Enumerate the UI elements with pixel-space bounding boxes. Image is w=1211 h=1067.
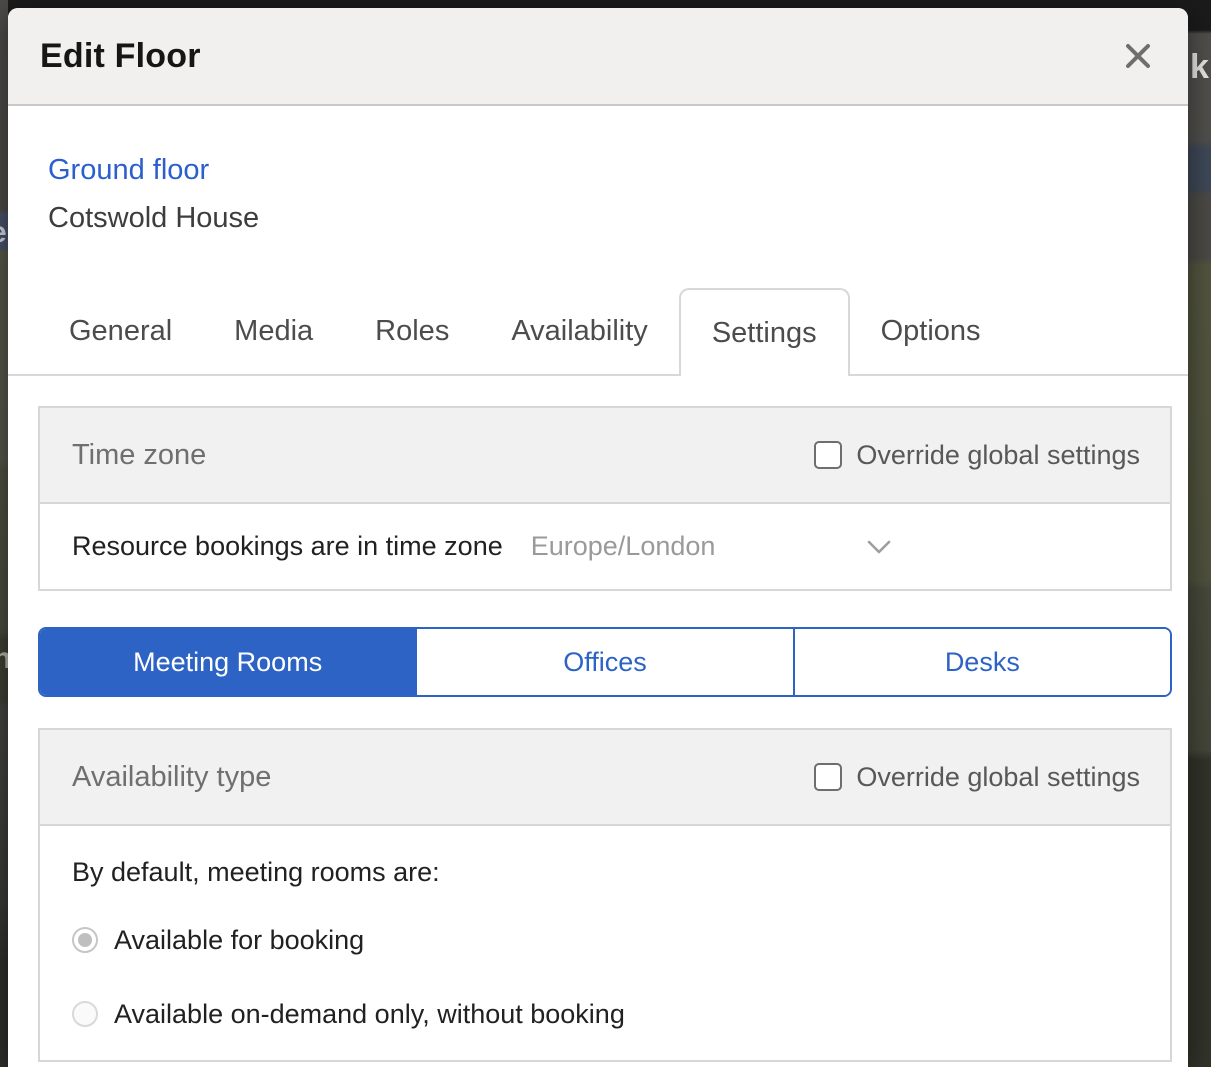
timezone-override-checkbox[interactable] xyxy=(814,441,842,469)
dialog-title: Edit Floor xyxy=(40,37,201,76)
timezone-row-label: Resource bookings are in time zone xyxy=(72,531,503,562)
chevron-down-icon xyxy=(865,538,893,556)
timezone-override-label: Override global settings xyxy=(856,440,1140,471)
availability-type-section: Availability type Override global settin… xyxy=(38,728,1172,1062)
background-partial-text: e xyxy=(0,218,7,248)
tab-availability[interactable]: Availability xyxy=(480,288,678,374)
timezone-select-caret[interactable] xyxy=(865,538,893,556)
timezone-section-title: Time zone xyxy=(72,436,206,474)
background-page-left-sliver: e n xyxy=(0,0,8,1067)
tab-media[interactable]: Media xyxy=(203,288,344,374)
tab-general[interactable]: General xyxy=(38,288,203,374)
radio-label: Available on-demand only, without bookin… xyxy=(114,999,625,1030)
edit-floor-dialog: Edit Floor Ground floor Cotswold House G… xyxy=(8,8,1188,1067)
resource-type-switcher: Meeting Rooms Offices Desks xyxy=(38,627,1172,697)
close-icon xyxy=(1122,40,1154,72)
availability-intro-text: By default, meeting rooms are: xyxy=(72,854,1140,890)
availability-section-header: Availability type Override global settin… xyxy=(40,730,1170,826)
radio-selected-icon[interactable] xyxy=(72,927,98,953)
dialog-header: Edit Floor xyxy=(8,8,1188,106)
building-name: Cotswold House xyxy=(48,200,1188,236)
timezone-section-header: Time zone Override global settings xyxy=(40,408,1170,504)
tab-bar: General Media Roles Availability Setting… xyxy=(8,288,1188,376)
availability-override-label: Override global settings xyxy=(856,762,1140,793)
availability-section-title: Availability type xyxy=(72,758,271,796)
tab-roles[interactable]: Roles xyxy=(344,288,480,374)
radio-label: Available for booking xyxy=(114,925,364,956)
floor-name: Ground floor xyxy=(48,152,1188,188)
segment-offices[interactable]: Offices xyxy=(415,629,792,695)
screen: e n k Edit Floor Ground floor Cotswold H… xyxy=(0,0,1211,1067)
background-page-right-sliver: k xyxy=(1188,0,1211,1067)
close-button[interactable] xyxy=(1116,34,1160,78)
timezone-select-value[interactable]: Europe/London xyxy=(531,531,716,562)
availability-override-checkbox[interactable] xyxy=(814,763,842,791)
timezone-row: Resource bookings are in time zone Europ… xyxy=(72,531,1140,562)
radio-unselected-icon[interactable] xyxy=(72,1001,98,1027)
tab-panel-settings: Time zone Override global settings Resou… xyxy=(8,406,1188,1062)
availability-override-control[interactable]: Override global settings xyxy=(814,762,1140,793)
timezone-override-control[interactable]: Override global settings xyxy=(814,440,1140,471)
timezone-section: Time zone Override global settings Resou… xyxy=(38,406,1172,591)
tab-options[interactable]: Options xyxy=(850,288,1012,374)
background-partial-text: k xyxy=(1190,50,1209,84)
radio-option-on-demand-only[interactable]: Available on-demand only, without bookin… xyxy=(72,992,1140,1036)
segment-desks[interactable]: Desks xyxy=(793,629,1170,695)
segment-meeting-rooms[interactable]: Meeting Rooms xyxy=(40,629,415,695)
background-partial-text: n xyxy=(0,644,8,674)
timezone-section-body: Resource bookings are in time zone Europ… xyxy=(40,504,1170,589)
availability-section-body: By default, meeting rooms are: Available… xyxy=(40,826,1170,1060)
radio-option-available-for-booking[interactable]: Available for booking xyxy=(72,918,1140,962)
tab-settings[interactable]: Settings xyxy=(679,288,850,376)
